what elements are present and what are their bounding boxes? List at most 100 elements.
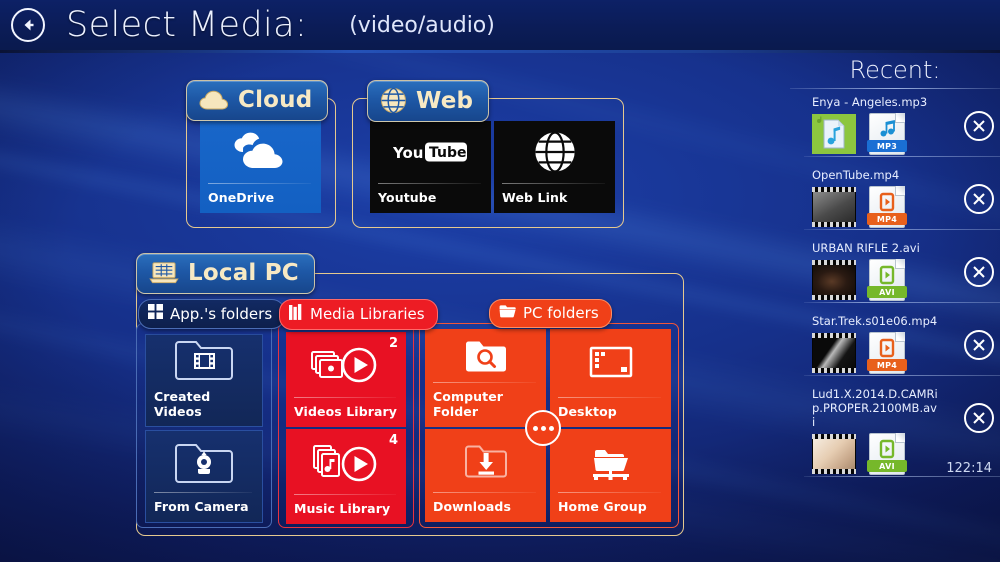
tile-caption-separator <box>502 183 605 184</box>
file-type-icon-mp3: MP3 <box>867 113 907 155</box>
recent-item-divider <box>804 302 1000 303</box>
video-glyph <box>869 264 905 286</box>
cloud-group-badge[interactable]: Cloud <box>186 80 329 121</box>
recent-item-divider <box>804 156 1000 157</box>
svg-text:Tube: Tube <box>429 145 467 161</box>
tile-label: OneDrive <box>208 190 275 205</box>
tile-computer-folder[interactable]: Computer Folder <box>425 329 546 427</box>
tile-caption-separator <box>378 183 481 184</box>
close-circle-icon[interactable] <box>964 330 994 360</box>
globe-icon <box>494 121 615 183</box>
tile-label: Videos Library <box>294 404 398 419</box>
list-item[interactable]: Lud1.X.2014.D.CAMRip.PROPER.2100MB.avi A… <box>790 381 1000 482</box>
tile-onedrive[interactable]: OneDrive <box>200 121 321 213</box>
film-strip-thumb <box>812 333 856 373</box>
page-subtitle: (video/audio) <box>349 12 495 38</box>
file-type-badge: MP4 <box>867 213 907 225</box>
chip-pc-folders[interactable]: PC folders <box>489 299 612 328</box>
folder-camera-icon <box>146 431 262 492</box>
recent-panel-title: Recent: <box>849 56 941 84</box>
back-arrow-icon[interactable] <box>11 8 45 42</box>
tile-count-badge: 2 <box>388 336 398 351</box>
tile-caption-separator <box>294 397 396 398</box>
close-circle-icon[interactable] <box>964 111 994 141</box>
list-item[interactable]: OpenTube.mp4 MP4 <box>790 162 1000 235</box>
recent-item-duration: 122:14 <box>946 461 992 476</box>
local-pc-group-label: Local PC <box>188 260 299 286</box>
file-type-badge: MP4 <box>867 359 907 371</box>
recent-item-name: Lud1.X.2014.D.CAMRip.PROPER.2100MB.avi <box>812 387 938 429</box>
tile-youtube[interactable]: You Tube Youtube <box>370 121 491 213</box>
file-type-icon-avi: AVI <box>867 259 907 301</box>
chip-apps-folders[interactable]: App.'s folders <box>138 299 286 329</box>
list-item[interactable]: Star.Trek.s01e06.mp4 MP4 <box>790 308 1000 381</box>
video-glyph <box>869 337 905 359</box>
tile-created-videos[interactable]: Created Videos <box>145 334 263 427</box>
more-dots-button[interactable] <box>525 410 561 446</box>
web-group: Web You Tube Youtube Web Link <box>352 80 624 228</box>
tile-music-library[interactable]: 4 Music Library <box>286 429 406 524</box>
tile-caption-separator <box>208 183 311 184</box>
folder-film-icon <box>146 335 262 383</box>
tile-downloads[interactable]: Downloads <box>425 429 546 522</box>
recent-item-name: Star.Trek.s01e06.mp4 <box>812 314 938 328</box>
tile-label: Home Group <box>558 499 647 514</box>
close-circle-icon[interactable] <box>964 257 994 287</box>
thumb-image <box>813 338 855 368</box>
tile-from-camera[interactable]: From Camera <box>145 430 263 523</box>
header-divider <box>0 50 1000 53</box>
youtube-logo-icon: You Tube <box>370 121 491 183</box>
video-glyph <box>869 191 905 213</box>
thumb-image <box>813 192 855 222</box>
file-type-badge: AVI <box>867 286 907 298</box>
cloud-group: Cloud OneDrive <box>186 80 336 228</box>
grid-squares-icon <box>148 304 163 323</box>
open-folder-icon <box>499 304 516 322</box>
tile-count-badge: 4 <box>388 433 398 448</box>
tile-caption-separator <box>433 492 536 493</box>
close-circle-icon[interactable] <box>964 403 994 433</box>
dot <box>532 425 538 431</box>
recent-item-name: OpenTube.mp4 <box>812 168 900 182</box>
tile-web-link[interactable]: Web Link <box>494 121 615 213</box>
file-type-badge: MP3 <box>867 140 907 152</box>
local-pc-group-badge[interactable]: Local PC <box>136 253 315 294</box>
chip-media-libraries[interactable]: Media Libraries <box>279 299 438 330</box>
music-note-glyph <box>869 118 905 140</box>
tile-label: Created Videos <box>154 389 211 419</box>
tile-caption-separator <box>433 382 536 383</box>
music-green-thumb <box>812 114 856 154</box>
dot <box>540 425 546 431</box>
tile-label: Desktop <box>558 404 617 419</box>
books-icon <box>289 304 303 324</box>
tile-label: Web Link <box>502 190 568 205</box>
list-item[interactable]: URBAN RIFLE 2.avi AVI <box>790 235 1000 308</box>
chip-label: PC folders <box>523 304 599 322</box>
film-strip <box>812 333 856 373</box>
recent-panel: Recent: Enya - Angeles.mp3 MP3 OpenTube.… <box>790 56 1000 482</box>
film-strip <box>812 434 856 474</box>
film-strip-thumb <box>812 260 856 300</box>
tile-videos-library[interactable]: 2 Videos Library <box>286 332 406 427</box>
tile-caption-separator <box>558 397 661 398</box>
recent-item-divider <box>804 375 1000 376</box>
web-group-badge[interactable]: Web <box>367 80 490 122</box>
tile-home-group[interactable]: Home Group <box>550 429 671 522</box>
file-type-badge: AVI <box>867 460 907 472</box>
tile-desktop[interactable]: Desktop <box>550 329 671 427</box>
file-type-icon-avi: AVI <box>867 433 907 475</box>
list-item[interactable]: Enya - Angeles.mp3 MP3 <box>790 89 1000 162</box>
web-group-label: Web <box>416 87 474 114</box>
film-strip <box>812 260 856 300</box>
close-circle-icon[interactable] <box>964 184 994 214</box>
tile-caption-separator <box>558 492 661 493</box>
tile-label: From Camera <box>154 499 249 514</box>
globe-icon <box>380 87 407 114</box>
recent-item-divider <box>804 229 1000 230</box>
recent-item-name: Enya - Angeles.mp3 <box>812 95 928 109</box>
recent-item-row: AVI 122:14 <box>790 432 1000 476</box>
film-strip <box>812 187 856 227</box>
tile-label: Music Library <box>294 501 391 516</box>
film-strip-thumb <box>812 434 856 474</box>
thumb-image <box>813 265 855 295</box>
